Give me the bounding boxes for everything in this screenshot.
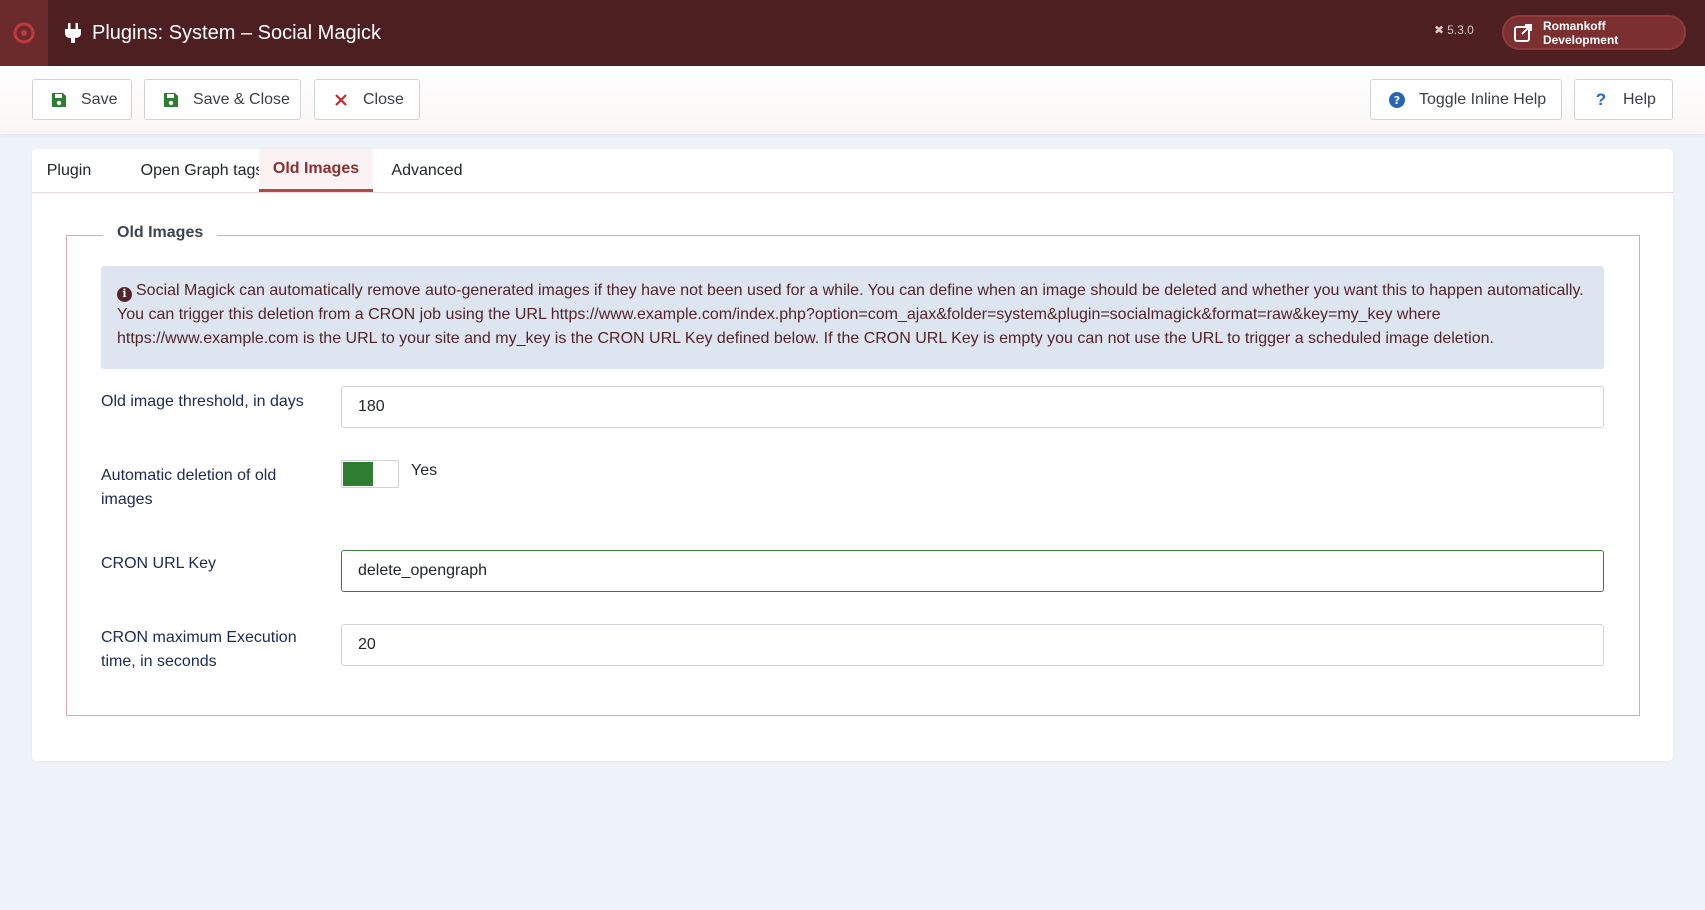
toolbar: Save Save & Close Close ? Toggle Inline …: [0, 66, 1705, 134]
cron-key-value: delete_opengraph: [358, 562, 488, 579]
site-link-button[interactable]: Romankoff Development: [1502, 15, 1686, 50]
cron-time-value: 20: [358, 636, 376, 653]
version-label: ✖ 5.3.0: [1434, 23, 1474, 37]
toggle-inline-help-button[interactable]: ? Toggle Inline Help: [1370, 79, 1562, 120]
cron-key-label: CRON URL Key: [101, 555, 216, 572]
svg-text:?: ?: [1394, 94, 1400, 107]
save-label: Save: [81, 90, 118, 108]
autodelete-label: Automatic deletion of old images: [101, 467, 277, 508]
save-button[interactable]: Save: [32, 79, 132, 120]
save-close-button[interactable]: Save & Close: [144, 79, 301, 120]
tab-plugin[interactable]: Plugin: [32, 149, 106, 192]
question-circle-icon: ?: [1389, 91, 1405, 108]
page-title: Plugins: System – Social Magick: [64, 22, 381, 45]
save-icon: [164, 92, 178, 107]
external-link-icon: [1513, 23, 1532, 42]
info-alert: i Social Magick can automatically remove …: [101, 266, 1604, 369]
info-text: Social Magick can automatically remove a…: [117, 282, 1584, 347]
switch-on-indicator: [343, 462, 373, 486]
cron-time-input[interactable]: 20: [341, 624, 1604, 666]
tab-open-graph-tags[interactable]: Open Graph tags: [126, 149, 278, 192]
threshold-label: Old image threshold, in days: [101, 393, 304, 410]
tab-bar: Plugin Open Graph tags Old Images Advanc…: [32, 149, 1673, 193]
site-link-label: Romankoff Development: [1542, 18, 1619, 47]
help-button[interactable]: ? Help: [1574, 79, 1673, 120]
app-header: Plugins: System – Social Magick ✖ 5.3.0 …: [0, 0, 1705, 66]
close-icon: [335, 93, 347, 106]
autodelete-value: Yes: [411, 462, 438, 479]
form-card: Plugin Open Graph tags Old Images Advanc…: [32, 149, 1673, 761]
old-images-fieldset: Old Images i Social Magick can automatica…: [66, 224, 1640, 716]
close-label: Close: [363, 90, 404, 108]
joomla-logo[interactable]: [0, 0, 48, 66]
fieldset-legend: Old Images: [103, 224, 218, 242]
save-close-label: Save & Close: [193, 90, 290, 108]
toggle-help-label: Toggle Inline Help: [1419, 90, 1547, 108]
help-label: Help: [1623, 90, 1656, 108]
version-text: 5.3.0: [1447, 23, 1474, 37]
autodelete-switch[interactable]: [341, 460, 399, 488]
cron-key-input[interactable]: delete_opengraph: [341, 550, 1604, 592]
tab-advanced[interactable]: Advanced: [373, 149, 481, 192]
plug-icon: [65, 23, 81, 43]
threshold-input[interactable]: 180: [341, 386, 1604, 428]
joomla-logo-icon: [13, 22, 35, 44]
threshold-value: 180: [358, 398, 385, 415]
tab-old-images[interactable]: Old Images: [259, 149, 373, 192]
save-icon: [52, 92, 66, 107]
close-button[interactable]: Close: [314, 79, 420, 120]
joomla-small-icon: ✖: [1434, 23, 1445, 37]
info-icon: i: [117, 286, 132, 302]
cron-time-label: CRON maximum Execution time, in seconds: [101, 629, 297, 670]
page-title-text: Plugins: System – Social Magick: [92, 21, 382, 44]
question-icon: ?: [1595, 89, 1607, 109]
